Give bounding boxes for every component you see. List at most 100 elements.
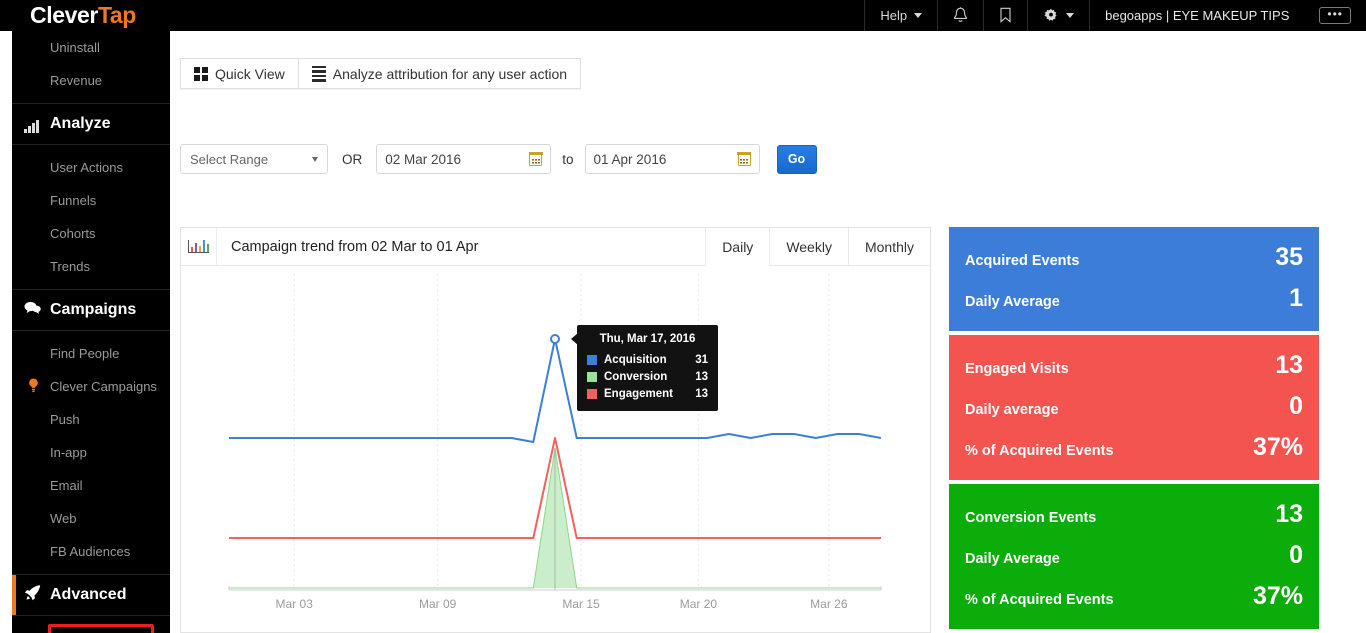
x-axis-tick-label: Mar 20 xyxy=(680,597,718,611)
to-date-value: 01 Apr 2016 xyxy=(593,151,667,167)
x-axis-tick-label: Mar 03 xyxy=(276,597,314,611)
calendar-icon[interactable] xyxy=(528,151,543,166)
x-axis-tick-label: Mar 09 xyxy=(419,597,457,611)
tab-monthly[interactable]: Monthly xyxy=(847,228,930,265)
range-select-value: Select Range xyxy=(190,151,269,167)
more-options-button[interactable]: ••• xyxy=(1304,0,1366,31)
chart-title: Campaign trend from 02 Mar to 01 Apr xyxy=(231,238,479,255)
conversion-events-card: Conversion Events 13 Daily Average 0 % of Ac… xyxy=(949,484,1319,629)
tooltip-label-acquisition: Acquisition xyxy=(604,353,667,366)
sidebar-section-analyze[interactable]: Analyze xyxy=(12,103,170,145)
tab-daily[interactable]: Daily xyxy=(705,228,770,266)
card-label: Daily average xyxy=(965,402,1059,418)
sidebar-nav: Uninstall Revenue Analyze User Actions Funne… xyxy=(12,31,170,633)
sidebar-item-web[interactable]: Web xyxy=(12,502,170,535)
sidebar-item-label: Revenue xyxy=(50,73,103,88)
main-content: Quick View Analyze attribution for any u… xyxy=(170,31,1366,633)
logo-text-tap: Tap xyxy=(97,2,136,28)
sidebar-item-label: Trends xyxy=(50,259,90,274)
notifications-button[interactable] xyxy=(937,0,983,31)
go-button[interactable]: Go xyxy=(776,144,817,174)
sidebar-section-campaigns[interactable]: Campaigns xyxy=(12,289,170,331)
list-icon xyxy=(311,65,326,82)
card-label: Daily Average xyxy=(965,294,1060,310)
sidebar-item-clever-campaigns[interactable]: Clever Campaigns xyxy=(12,370,170,403)
sidebar-item-user-actions[interactable]: User Actions xyxy=(12,151,170,184)
sidebar-item-cohorts[interactable]: Cohorts xyxy=(12,217,170,250)
chevron-down-icon xyxy=(1066,13,1075,18)
card-value: 37% xyxy=(1252,582,1303,610)
card-label: Engaged Visits xyxy=(965,361,1069,377)
or-label: OR xyxy=(342,151,363,167)
tooltip-label-engagement: Engagement xyxy=(604,387,674,400)
tooltip-value-conversion: 13 xyxy=(695,370,708,383)
sidebar-item-trends[interactable]: Trends xyxy=(12,250,170,283)
bookmark-icon xyxy=(1000,7,1011,23)
chevron-down-icon xyxy=(914,13,923,18)
sidebar-item-label: Cohorts xyxy=(50,226,96,241)
sidebar-item-label: Web xyxy=(50,511,77,526)
lightbulb-icon xyxy=(29,378,38,392)
card-value: 35 xyxy=(1275,243,1303,271)
tooltip-row-acquisition: Acquisition 31 xyxy=(587,351,708,368)
settings-menu[interactable] xyxy=(1027,0,1089,31)
card-label: % of Acquired Events xyxy=(965,443,1114,459)
rocket-icon xyxy=(24,585,41,601)
chart-header: Campaign trend from 02 Mar to 01 Apr Dai… xyxy=(181,228,930,266)
sidebar-section-advanced[interactable]: Advanced xyxy=(12,574,170,616)
calendar-icon[interactable] xyxy=(736,151,752,166)
card-row-conversion-events: Conversion Events 13 xyxy=(965,494,1303,535)
sidebar-item-uninstall[interactable]: Uninstall xyxy=(12,31,170,64)
bell-icon xyxy=(954,7,968,22)
card-label: Acquired Events xyxy=(965,253,1080,269)
ellipsis-icon: ••• xyxy=(1319,7,1351,24)
sidebar-item-push[interactable]: Push xyxy=(12,403,170,436)
bookmarks-button[interactable] xyxy=(983,0,1027,31)
trend-chart: Mar 03 Mar 09 Mar 15 Mar 20 Mar 26 xyxy=(228,274,882,611)
sidebar-item-email[interactable]: Email xyxy=(12,469,170,502)
card-label: % of Acquired Events xyxy=(965,592,1114,608)
from-date-input[interactable]: 02 Mar 2016 xyxy=(376,144,552,174)
legend-swatch-engagement xyxy=(587,388,597,399)
granularity-tabs: Daily Weekly Monthly xyxy=(705,228,930,266)
sidebar-item-attribution[interactable]: Attribution xyxy=(12,622,170,633)
sidebar-item-label: User Actions xyxy=(50,160,123,175)
card-value: 13 xyxy=(1275,351,1303,379)
clevertap-logo[interactable]: CleverTap xyxy=(30,2,136,29)
sidebar-item-find-people[interactable]: Find People xyxy=(12,337,170,370)
account-name[interactable]: begoapps | EYE MAKEUP TIPS xyxy=(1089,0,1304,31)
tab-analyze-attribution[interactable]: Analyze attribution for any user action xyxy=(297,58,582,89)
tab-quick-view[interactable]: Quick View xyxy=(180,58,298,89)
sidebar-item-funnels[interactable]: Funnels xyxy=(12,184,170,217)
chat-bubble-icon xyxy=(24,301,41,314)
card-value: 0 xyxy=(1289,541,1303,569)
card-value: 13 xyxy=(1275,500,1303,528)
card-row-daily-average: Daily average 0 xyxy=(965,386,1303,427)
sidebar-section-label: Campaigns xyxy=(50,301,137,318)
tooltip-row-engagement: Engagement 13 xyxy=(587,385,708,402)
date-range-toolbar: Select Range OR 02 Mar 2016 to 01 Apr 20… xyxy=(180,144,817,174)
header-actions: Help begoapps | EYE MAKEUP TIPS ••• xyxy=(864,0,1366,31)
campaign-trend-panel: Campaign trend from 02 Mar to 01 Apr Dai… xyxy=(180,227,931,633)
card-row-daily-average: Daily Average 1 xyxy=(965,278,1303,319)
range-select[interactable]: Select Range xyxy=(180,144,328,174)
sidebar-item-fb-audiences[interactable]: FB Audiences xyxy=(12,535,170,568)
sidebar-item-revenue[interactable]: Revenue xyxy=(12,64,170,97)
card-row-daily-average: Daily Average 0 xyxy=(965,535,1303,576)
legend-swatch-conversion xyxy=(587,371,597,382)
sidebar-section-label: Analyze xyxy=(50,115,111,132)
help-menu[interactable]: Help xyxy=(864,0,937,31)
chart-plot-area[interactable]: Mar 03 Mar 09 Mar 15 Mar 20 Mar 26 Thu, Mar … xyxy=(181,266,930,633)
card-value: 0 xyxy=(1289,392,1303,420)
sidebar-item-label: Find People xyxy=(50,346,120,361)
sidebar-item-in-app[interactable]: In-app xyxy=(12,436,170,469)
to-date-input[interactable]: 01 Apr 2016 xyxy=(584,144,760,174)
grid-icon xyxy=(194,66,208,81)
tab-weekly[interactable]: Weekly xyxy=(769,228,848,265)
card-label: Daily Average xyxy=(965,551,1060,567)
bar-chart-icon xyxy=(188,240,209,253)
sidebar-item-label: Funnels xyxy=(50,193,97,208)
sidebar-item-label: Email xyxy=(50,478,83,493)
tooltip-value-engagement: 13 xyxy=(695,387,708,400)
acquired-events-card: Acquired Events 35 Daily Average 1 xyxy=(949,227,1319,331)
